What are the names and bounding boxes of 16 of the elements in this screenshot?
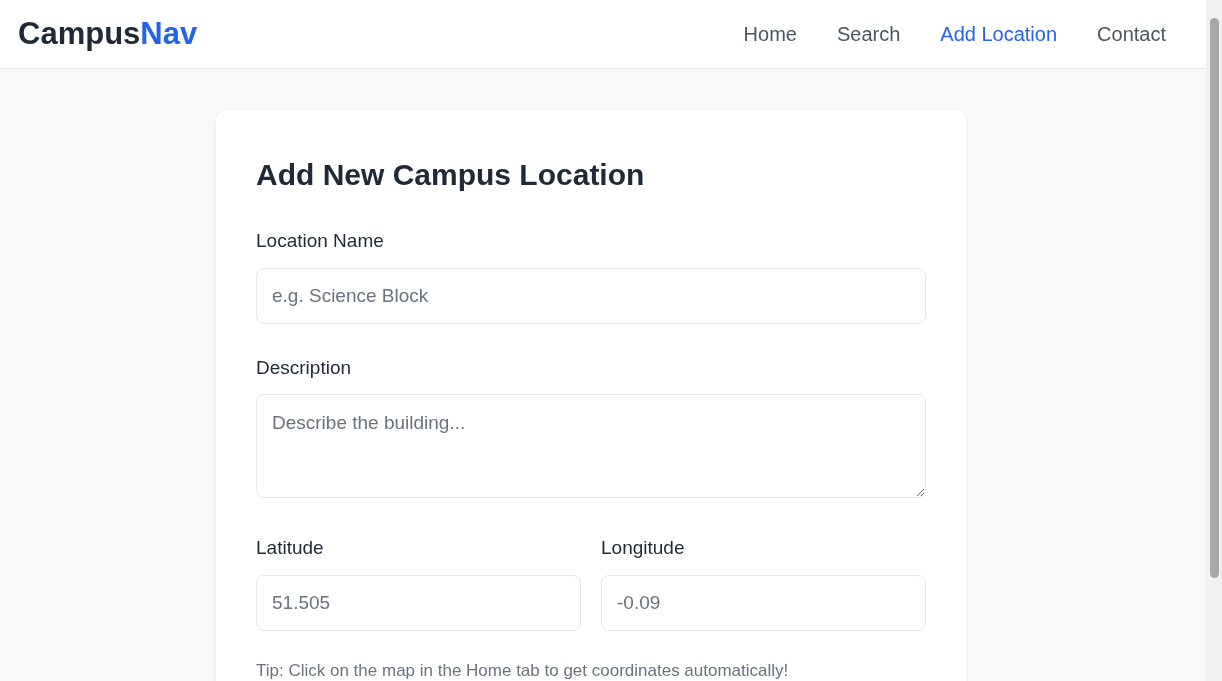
nav-link[interactable]: Search <box>836 19 901 49</box>
logo[interactable]: CampusNav <box>18 10 198 58</box>
field-label: Description <box>256 355 352 380</box>
field-label: Latitude <box>256 536 324 560</box>
field-label: Location Name <box>256 229 384 253</box>
scrollbar[interactable] <box>1206 0 1222 681</box>
tip-text: Tip: Click on the map in the Home tab to get coordinates automatically! <box>256 659 790 681</box>
nav-link[interactable]: Add Location <box>940 19 1058 49</box>
nav-link[interactable]: Contact <box>1097 19 1166 49</box>
nav-link[interactable]: Home <box>743 19 797 49</box>
field-label: Longitude <box>601 536 685 560</box>
form-title: Add New Campus Location <box>256 157 646 193</box>
input-field[interactable]: e.g. Science Block <box>256 267 926 324</box>
input-field[interactable]: 51.505 <box>256 574 581 631</box>
description-field[interactable]: Describe the building... <box>256 394 926 498</box>
input-field[interactable]: -0.09 <box>601 574 926 631</box>
